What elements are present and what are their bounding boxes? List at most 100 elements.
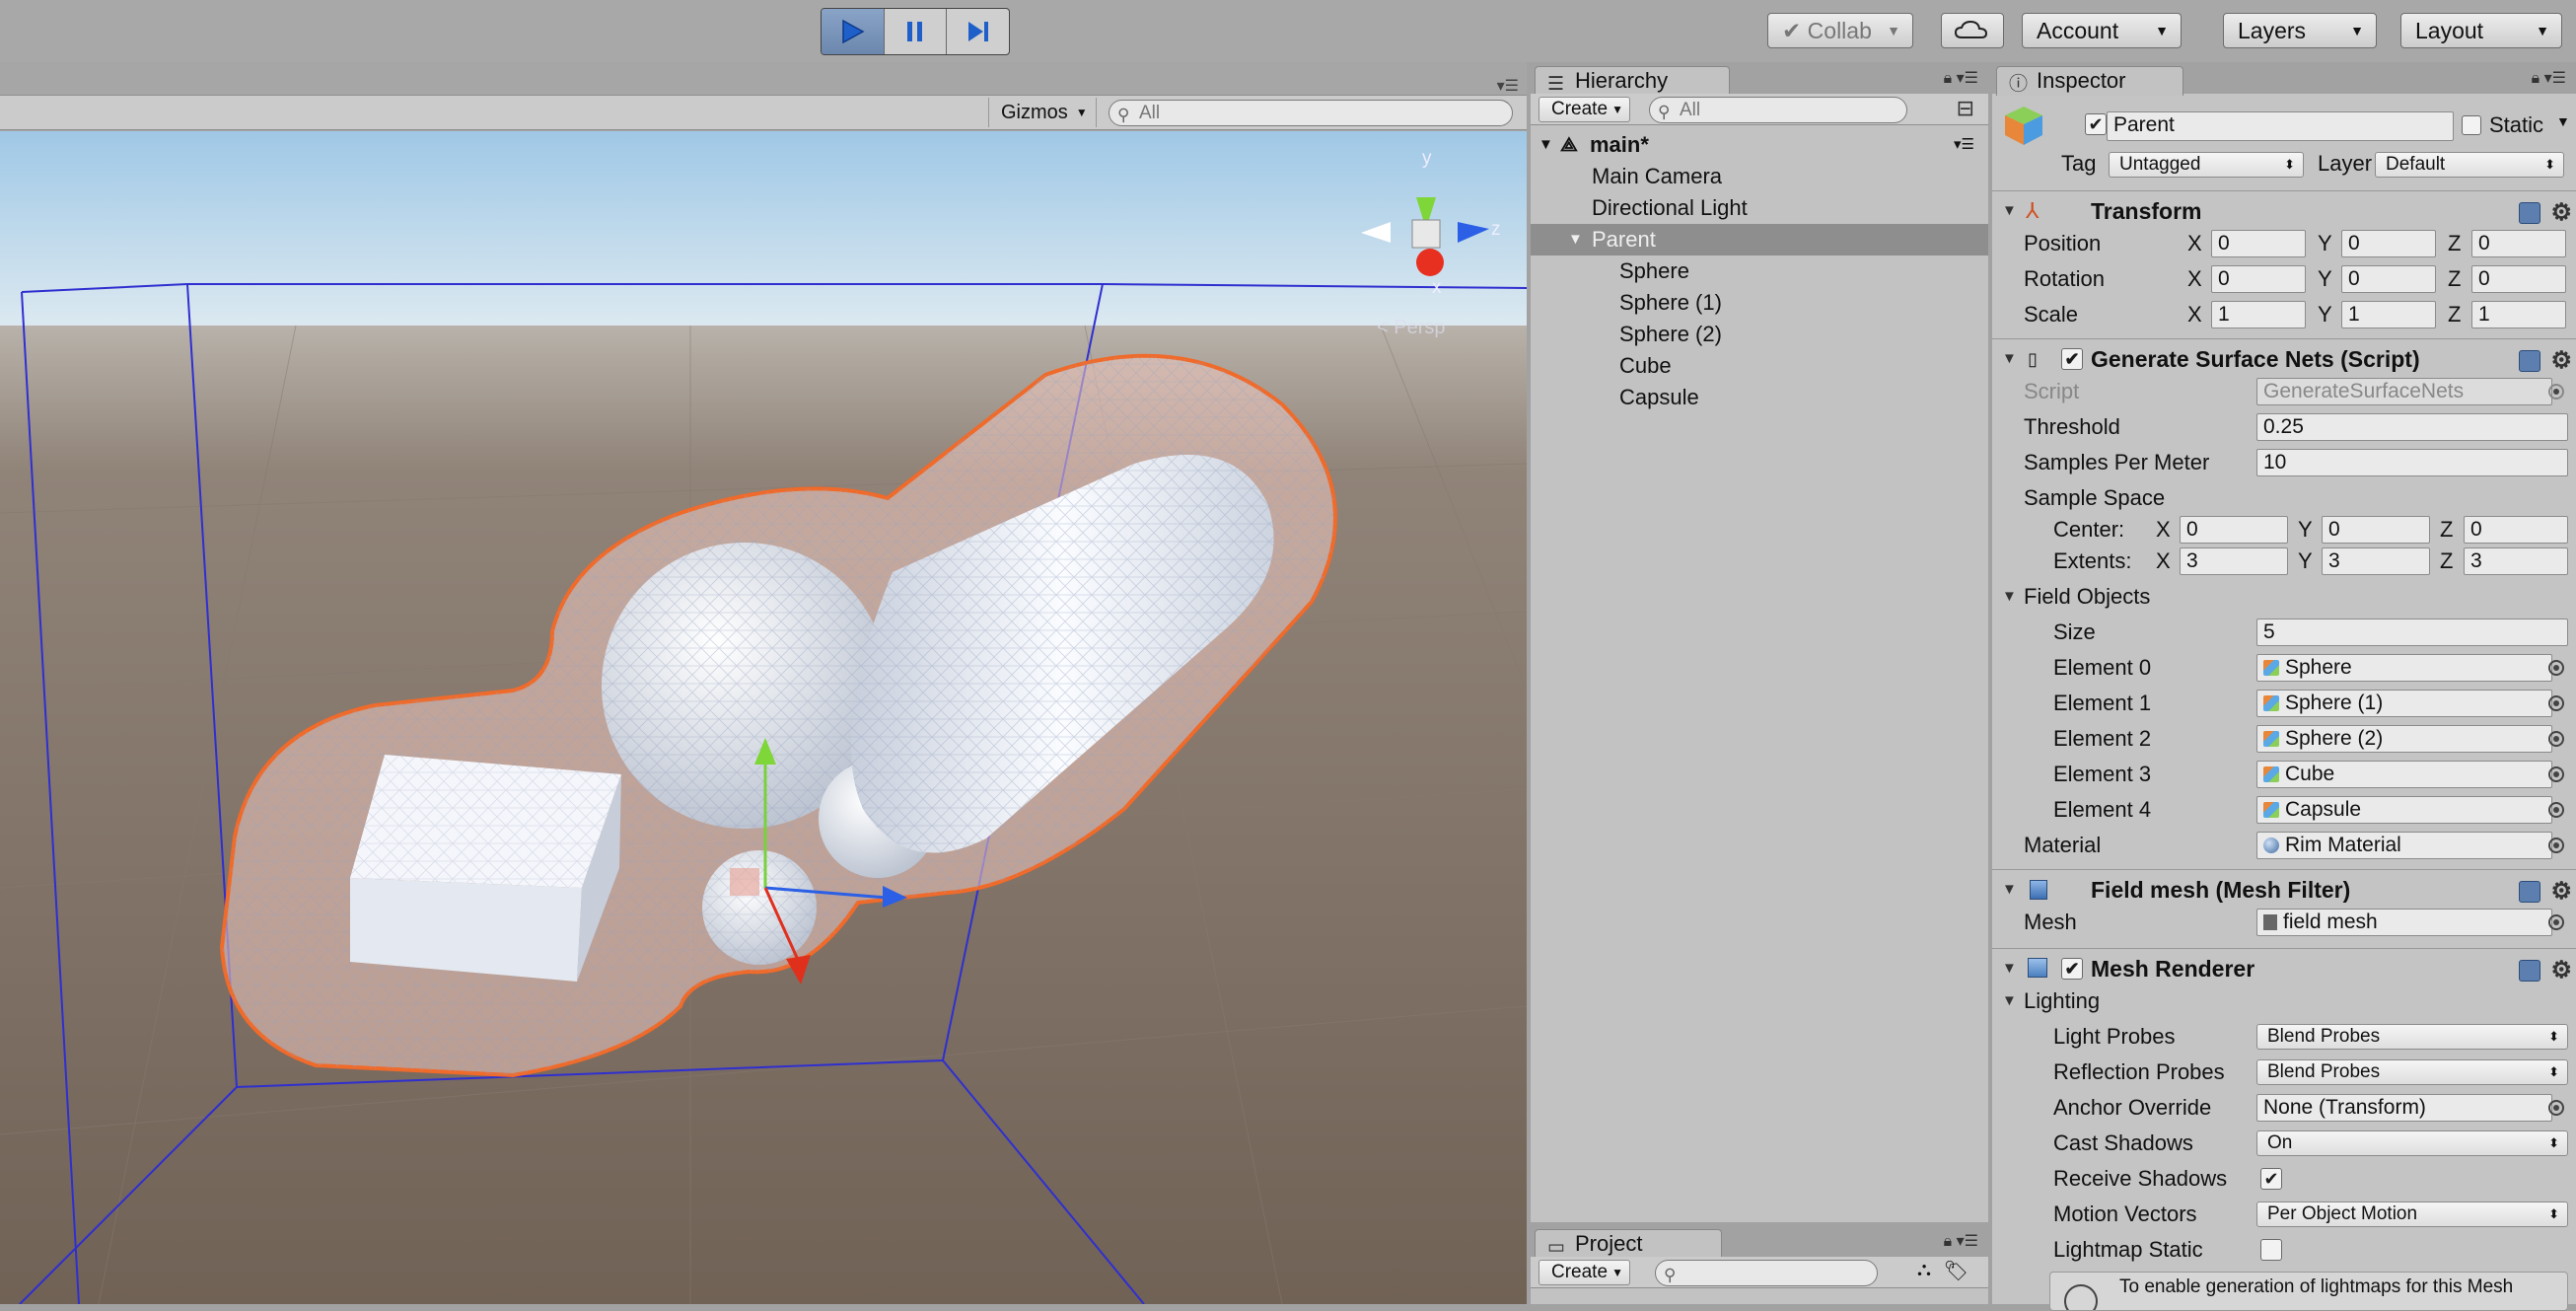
light-probes-dropdown[interactable]: Blend Probes ⬍: [2256, 1024, 2568, 1050]
help-book-icon[interactable]: [2519, 202, 2541, 224]
label-tag-icon[interactable]: 🏷︎: [1944, 1259, 1968, 1283]
active-checkbox[interactable]: ✔: [2085, 113, 2107, 135]
scale-y-field[interactable]: 1: [2341, 301, 2436, 328]
samples-per-meter-field[interactable]: 10: [2256, 449, 2568, 476]
receive-shadows-checkbox[interactable]: ✔: [2260, 1168, 2282, 1190]
hierarchy-item-cube[interactable]: Cube: [1619, 350, 1672, 382]
object-picker-icon[interactable]: [2548, 660, 2564, 676]
expand-arrow-icon[interactable]: ▼: [2002, 579, 2017, 615]
reflection-probes-dropdown[interactable]: Blend Probes ⬍: [2256, 1059, 2568, 1085]
lock-icon[interactable]: 🔒︎ ▾☰: [1944, 68, 1978, 88]
scene-viewport[interactable]: y z x < Persp: [0, 131, 1527, 1304]
panel-menu-icon[interactable]: ▾☰: [1497, 76, 1519, 96]
scene-root-item[interactable]: ▼ ⟁ main* ▾☰: [1531, 129, 1988, 161]
extents-x-field[interactable]: 3: [2180, 547, 2288, 575]
cast-shadows-dropdown[interactable]: On ⬍: [2256, 1130, 2568, 1156]
collapse-arrow-icon[interactable]: ▼: [2002, 949, 2017, 988]
layers-dropdown[interactable]: Layers ▼: [2223, 13, 2377, 48]
field-objects-row[interactable]: ▼ Field Objects: [1992, 579, 2576, 615]
lock-icon[interactable]: 🔒︎ ▾☰: [1944, 1231, 1978, 1251]
position-y-field[interactable]: 0: [2341, 230, 2436, 257]
element-0-field[interactable]: Sphere: [2256, 654, 2552, 682]
play-button[interactable]: [822, 9, 885, 54]
center-y-field[interactable]: 0: [2322, 516, 2430, 544]
hierarchy-create-button[interactable]: Create ▼: [1538, 97, 1631, 122]
hierarchy-item-sphere-2[interactable]: Sphere (2): [1619, 319, 1722, 350]
gizmos-dropdown[interactable]: Gizmos ▼: [988, 98, 1097, 127]
position-z-field[interactable]: 0: [2471, 230, 2566, 257]
mesh-renderer-header[interactable]: ▼ ✔ Mesh Renderer ⚙: [1992, 948, 2576, 987]
extents-z-field[interactable]: 3: [2464, 547, 2568, 575]
help-book-icon[interactable]: [2519, 881, 2541, 903]
element-4-field[interactable]: Capsule: [2256, 796, 2552, 824]
hierarchy-item-parent[interactable]: ▼ Parent: [1531, 224, 1988, 255]
collapse-arrow-icon[interactable]: ▼: [2002, 870, 2017, 910]
collab-button[interactable]: ✔ Collab ▼: [1767, 13, 1913, 48]
help-book-icon[interactable]: [2519, 350, 2541, 372]
element-1-field[interactable]: Sphere (1): [2256, 690, 2552, 717]
expand-arrow-icon[interactable]: ▼: [1538, 129, 1553, 161]
help-book-icon[interactable]: [2519, 960, 2541, 982]
project-search-input[interactable]: ⚲: [1655, 1260, 1878, 1286]
hierarchy-item-directional-light[interactable]: Directional Light: [1592, 192, 1748, 224]
mesh-filter-header[interactable]: ▼ Field mesh (Mesh Filter) ⚙: [1992, 869, 2576, 909]
expand-arrow-icon[interactable]: ▼: [1568, 224, 1583, 255]
object-picker-icon[interactable]: [2548, 802, 2564, 818]
object-picker-icon[interactable]: [2548, 914, 2564, 930]
object-picker-icon[interactable]: [2548, 766, 2564, 782]
hierarchy-item-sphere[interactable]: Sphere: [1619, 255, 1689, 287]
tab-hierarchy[interactable]: ☰ Hierarchy: [1535, 66, 1730, 96]
cloud-button[interactable]: [1941, 13, 2004, 48]
expand-arrow-icon[interactable]: ▼: [2002, 983, 2017, 1019]
motion-vectors-dropdown[interactable]: Per Object Motion ⬍: [2256, 1202, 2568, 1227]
object-picker-icon[interactable]: [2548, 1100, 2564, 1116]
center-x-field[interactable]: 0: [2180, 516, 2288, 544]
size-field[interactable]: 5: [2256, 619, 2568, 646]
anchor-override-field[interactable]: None (Transform): [2256, 1094, 2552, 1122]
object-picker-icon[interactable]: [2548, 695, 2564, 711]
script-component-header[interactable]: ▼ ▯ ✔ Generate Surface Nets (Script) ⚙: [1992, 338, 2576, 378]
tab-project[interactable]: ▭ Project: [1535, 1229, 1722, 1259]
step-button[interactable]: [947, 9, 1009, 54]
pause-button[interactable]: [885, 9, 948, 54]
object-picker-icon[interactable]: [2548, 838, 2564, 853]
tag-dropdown[interactable]: Untagged ⬍: [2109, 152, 2304, 178]
hierarchy-item-capsule[interactable]: Capsule: [1619, 382, 1699, 413]
mesh-field[interactable]: field mesh: [2256, 909, 2552, 936]
material-field[interactable]: Rim Material: [2256, 832, 2552, 859]
element-2-field[interactable]: Sphere (2): [2256, 725, 2552, 753]
hierarchy-filter-icon[interactable]: ⊟: [1957, 96, 1974, 121]
position-x-field[interactable]: 0: [2211, 230, 2306, 257]
scene-menu-icon[interactable]: ▾☰: [1954, 129, 1974, 161]
rotation-z-field[interactable]: 0: [2471, 265, 2566, 293]
lighting-row[interactable]: ▼ Lighting: [1992, 983, 2576, 1019]
element-3-field[interactable]: Cube: [2256, 761, 2552, 788]
collapse-arrow-icon[interactable]: ▼: [2002, 339, 2017, 379]
rotation-x-field[interactable]: 0: [2211, 265, 2306, 293]
hierarchy-search-input[interactable]: ⚲ All: [1649, 97, 1907, 123]
scene-search-input[interactable]: ⚲ All: [1109, 100, 1513, 126]
tab-inspector[interactable]: ⓘ Inspector: [1996, 66, 2183, 96]
scale-z-field[interactable]: 1: [2471, 301, 2566, 328]
layout-dropdown[interactable]: Layout ▼: [2400, 13, 2562, 48]
hierarchy-item-main-camera[interactable]: Main Camera: [1592, 161, 1722, 192]
object-name-field[interactable]: Parent: [2107, 111, 2454, 141]
center-z-field[interactable]: 0: [2464, 516, 2568, 544]
account-dropdown[interactable]: Account ▼: [2022, 13, 2182, 48]
renderer-enabled-checkbox[interactable]: ✔: [2061, 958, 2083, 980]
collapse-arrow-icon[interactable]: ▼: [2002, 191, 2017, 231]
lightmap-static-checkbox[interactable]: [2260, 1239, 2282, 1261]
extents-y-field[interactable]: 3: [2322, 547, 2430, 575]
static-dropdown-arrow-icon[interactable]: ▼: [2556, 113, 2570, 129]
threshold-field[interactable]: 0.25: [2256, 413, 2568, 441]
lock-icon[interactable]: 🔒︎ ▾☰: [2532, 68, 2566, 88]
rotation-y-field[interactable]: 0: [2341, 265, 2436, 293]
script-enabled-checkbox[interactable]: ✔: [2061, 348, 2083, 370]
transform-header[interactable]: ▼ ⅄ Transform ⚙: [1992, 190, 2576, 230]
filter-type-icon[interactable]: ⛬: [1917, 1259, 1931, 1281]
object-picker-icon[interactable]: [2548, 731, 2564, 747]
project-create-button[interactable]: Create ▼: [1538, 1260, 1631, 1285]
static-checkbox[interactable]: [2462, 115, 2481, 135]
scale-x-field[interactable]: 1: [2211, 301, 2306, 328]
hierarchy-item-sphere-1[interactable]: Sphere (1): [1619, 287, 1722, 319]
